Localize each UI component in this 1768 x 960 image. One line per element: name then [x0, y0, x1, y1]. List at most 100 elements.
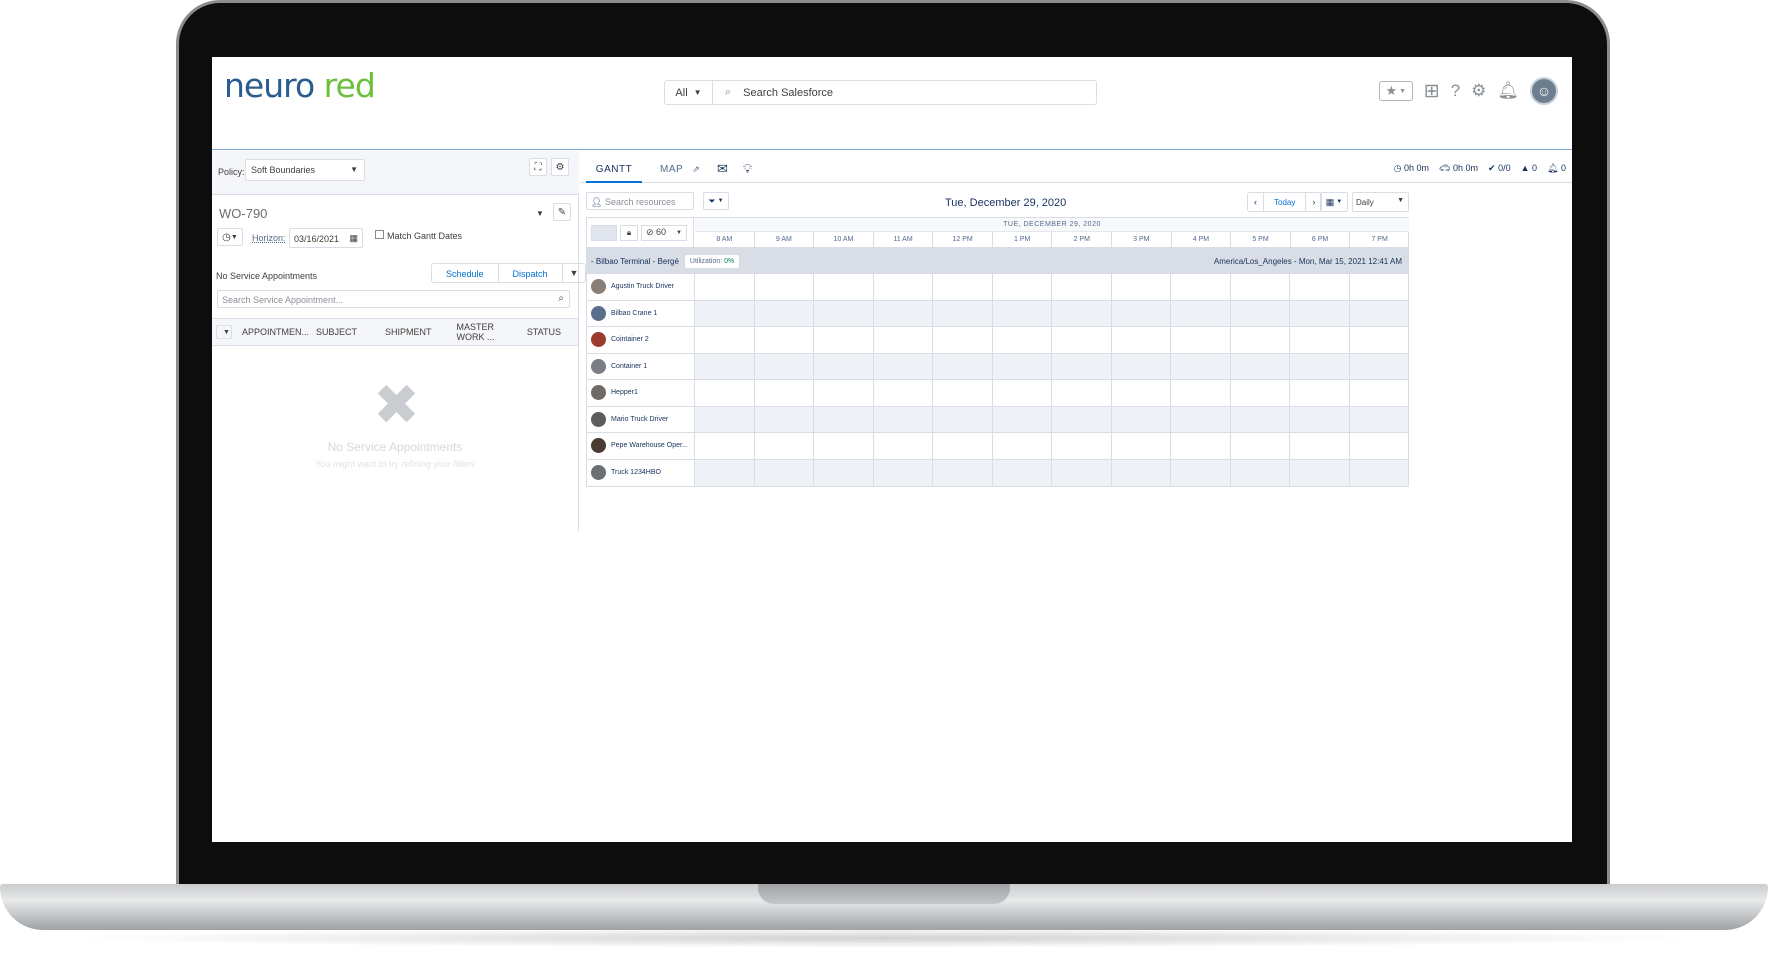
timeline-slot[interactable]: [814, 353, 874, 379]
timeline-slot[interactable]: [1052, 406, 1112, 432]
chevron-down-icon[interactable]: ▼: [536, 209, 544, 218]
timeline-slot[interactable]: [1171, 433, 1231, 459]
timeline-slot[interactable]: [1171, 274, 1231, 300]
timeline-slot[interactable]: [814, 433, 874, 459]
resource-cell[interactable]: Container 1: [587, 353, 695, 379]
search-scope-select[interactable]: All ▼: [665, 81, 713, 104]
today-button[interactable]: Today: [1264, 193, 1307, 211]
resource-cell[interactable]: Cointainer 2: [587, 327, 695, 353]
timeline-slot[interactable]: [1290, 327, 1350, 353]
timeline-slot[interactable]: [1290, 300, 1350, 326]
timeline-slot[interactable]: [695, 406, 755, 432]
timeline-slot[interactable]: [933, 274, 993, 300]
settings-button[interactable]: ⚙: [551, 158, 569, 176]
timeline-slot[interactable]: [695, 353, 755, 379]
match-gantt-dates-checkbox[interactable]: [375, 230, 384, 239]
timeline-slot[interactable]: [1052, 433, 1112, 459]
previous-day-button[interactable]: ‹: [1248, 193, 1264, 211]
timeline-slot[interactable]: [814, 459, 874, 486]
timeline-slot[interactable]: [1052, 459, 1112, 486]
resource-search-input[interactable]: 👤︎ Search resources: [586, 192, 694, 210]
timeline-slot[interactable]: [695, 433, 755, 459]
timeline-slot[interactable]: [874, 433, 933, 459]
timeline-slot[interactable]: [1171, 406, 1231, 432]
timeline-slot[interactable]: [874, 274, 933, 300]
timeline-slot[interactable]: [1231, 300, 1290, 326]
timeline-slot[interactable]: [1052, 300, 1112, 326]
timeline-slot[interactable]: [1290, 353, 1350, 379]
timeline-slot[interactable]: [1231, 459, 1290, 486]
dispatch-button[interactable]: Dispatch: [499, 264, 563, 282]
resource-cell[interactable]: Agustin Truck Driver: [587, 274, 695, 300]
schedule-button[interactable]: Schedule: [432, 264, 499, 282]
timeline-slot[interactable]: [1112, 300, 1171, 326]
timeline-slot[interactable]: [755, 300, 814, 326]
timeline-slot[interactable]: [695, 380, 755, 406]
view-resolution-select[interactable]: Daily ▼: [1352, 192, 1409, 212]
timeline-slot[interactable]: [1350, 460, 1409, 487]
timeline-slot[interactable]: [1112, 433, 1171, 459]
timeline-slot[interactable]: [755, 353, 814, 379]
timeline-slot[interactable]: [1112, 459, 1171, 486]
timeline-slot[interactable]: [874, 380, 933, 406]
timeline-slot[interactable]: [993, 327, 1052, 353]
timeline-slot[interactable]: [933, 380, 993, 406]
timeline-slot[interactable]: [1231, 274, 1290, 300]
timeline-slot[interactable]: [695, 274, 755, 300]
neuro-red-logo[interactable]: neuro red: [224, 66, 376, 105]
date-picker-button[interactable]: ▦ ▼: [1320, 192, 1348, 212]
timeline-slot[interactable]: [933, 353, 993, 379]
timeline-slot[interactable]: [993, 353, 1052, 379]
timeline-slot[interactable]: [933, 433, 993, 459]
timeline-slot[interactable]: [993, 406, 1052, 432]
timeline-slot[interactable]: [755, 327, 814, 353]
timeline-slot[interactable]: [1290, 433, 1350, 459]
timeline-slot[interactable]: [874, 459, 933, 486]
timeline-slot[interactable]: [933, 327, 993, 353]
timeline-slot[interactable]: [874, 327, 933, 353]
timeline-slot[interactable]: [755, 459, 814, 486]
timeline-slot[interactable]: [1112, 353, 1171, 379]
timeline-slot[interactable]: [993, 380, 1052, 406]
resource-cell[interactable]: Truck 1234HBO: [587, 459, 695, 486]
email-icon[interactable]: ✉: [717, 161, 728, 177]
timeline-slot[interactable]: [1350, 354, 1409, 380]
edit-button[interactable]: ✎: [553, 203, 571, 221]
timeline-slot[interactable]: [814, 406, 874, 432]
timeline-slot[interactable]: [1350, 327, 1409, 353]
timeline-slot[interactable]: [933, 459, 993, 486]
column-subject[interactable]: SUBJECT: [316, 327, 357, 337]
resource-cell[interactable]: Hepper1: [587, 380, 695, 406]
user-avatar[interactable]: ☺: [1530, 77, 1558, 105]
timeline-slot[interactable]: [1171, 380, 1231, 406]
timeline-slot[interactable]: [1231, 380, 1290, 406]
timeline-slot[interactable]: [1231, 327, 1290, 353]
timeline-slot[interactable]: [695, 459, 755, 486]
timeline-slot[interactable]: [695, 300, 755, 326]
timeline-slot[interactable]: [1052, 380, 1112, 406]
notification-bell-icon[interactable]: 🔔︎: [1497, 81, 1519, 101]
timeline-slot[interactable]: [755, 380, 814, 406]
timeline-slot[interactable]: [755, 406, 814, 432]
timeline-slot[interactable]: [993, 300, 1052, 326]
column-shipment[interactable]: SHIPMENT: [385, 327, 432, 337]
lock-icon[interactable]: 🔒︎: [620, 224, 638, 241]
timeline-slot[interactable]: [1350, 407, 1409, 433]
timeline-slot[interactable]: [1112, 327, 1171, 353]
calendar-icon[interactable]: ▦: [349, 233, 358, 244]
timeline-slot[interactable]: [993, 274, 1052, 300]
timeline-slot[interactable]: [1171, 327, 1231, 353]
timeline-slot[interactable]: [1290, 459, 1350, 486]
resource-group-row[interactable]: - Bilbao Terminal - Bergé Utilization: 0…: [587, 248, 1408, 274]
tab-map[interactable]: MAP ⇗: [660, 151, 700, 183]
timeline-slot[interactable]: [1350, 433, 1409, 459]
help-icon[interactable]: ?: [1451, 81, 1460, 101]
column-status[interactable]: STATUS: [527, 327, 561, 337]
timeline-slot[interactable]: [1290, 406, 1350, 432]
resource-cell[interactable]: Mario Truck Driver: [587, 406, 695, 432]
timeline-slot[interactable]: [1290, 380, 1350, 406]
timeline-slot[interactable]: [755, 433, 814, 459]
time-filter-button[interactable]: ◷ ▼: [217, 228, 243, 246]
timeline-slot[interactable]: [1231, 433, 1290, 459]
gantt-select-toggle[interactable]: [591, 224, 617, 241]
